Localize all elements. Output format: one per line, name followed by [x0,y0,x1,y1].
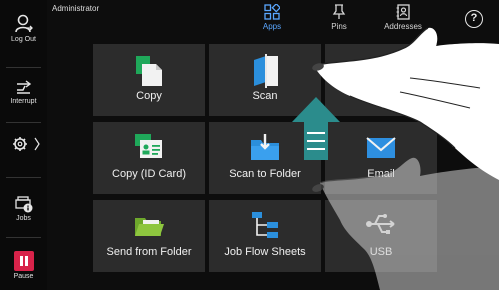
interrupt-button[interactable]: Interrupt [0,80,47,105]
job-flow-sheets-icon [252,212,278,238]
tile-label: Job Flow Sheets [224,246,306,258]
logout-label: Log Out [11,36,36,43]
page-dot [452,144,455,147]
jobs-button[interactable]: Jobs [0,195,47,222]
tab-addresses-label: Addresses [384,22,422,31]
pause-label: Pause [13,273,34,280]
send-from-folder-icon [135,218,164,236]
page-dot [452,135,455,138]
gear-icon [12,137,40,151]
apps-grid-icon [264,4,280,20]
address-book-icon [396,4,410,20]
rail-divider [6,177,41,178]
tile-label: Scan to Folder [229,168,301,180]
scan-to-folder-icon [251,134,279,160]
pause-button[interactable]: Pause [0,251,47,280]
tile-label: Send from Folder [106,246,192,258]
tile-copy[interactable]: Copy [93,44,205,116]
tab-apps[interactable]: Apps [244,4,300,31]
pause-icon [13,251,34,271]
tile-copy-id-card[interactable]: Copy (ID Card) [93,122,205,194]
help-button[interactable]: ? [465,10,483,28]
rail-divider [6,237,41,238]
tile-label: Copy (ID Card) [112,168,186,180]
tile-label: Copy [136,90,162,102]
tab-apps-label: Apps [262,22,282,31]
tab-pins[interactable]: Pins [311,4,367,31]
fax-icon [369,58,393,84]
email-icon [366,137,396,158]
tab-pins-label: Pins [331,22,347,31]
rail-divider [6,122,41,123]
tile-scan-to-folder[interactable]: Scan to Folder [209,122,321,194]
tile-job-flow-sheets[interactable]: Job Flow Sheets [209,200,321,272]
usb-icon [366,214,395,234]
user-name: Administrator [52,4,100,13]
tile-send-from-folder[interactable]: Send from Folder [93,200,205,272]
copy-icon [136,56,162,86]
side-rail: Log Out Interrupt Jobs Pause [0,0,47,290]
tile-label: USB [369,246,393,258]
tab-addresses[interactable]: Addresses [375,4,431,31]
settings-button[interactable] [0,135,47,153]
rail-divider [6,67,41,68]
scan-icon [254,54,278,88]
pin-icon [332,4,346,19]
tile-label: Email [367,168,395,180]
tile-email[interactable]: Email [325,122,437,194]
tile-scan[interactable]: Scan [209,44,321,116]
interrupt-label: Interrupt [10,98,37,105]
id-card-copy-icon [135,134,162,158]
logout-button[interactable]: Log Out [0,14,47,43]
tile-label: Scan [252,90,278,102]
jobs-icon [14,196,32,213]
tile-usb[interactable]: USB [325,200,437,272]
interrupt-icon [16,80,31,94]
tile-fax[interactable] [325,44,437,116]
logout-icon [14,14,33,33]
page-indicator [452,135,455,153]
jobs-label: Jobs [16,215,31,222]
